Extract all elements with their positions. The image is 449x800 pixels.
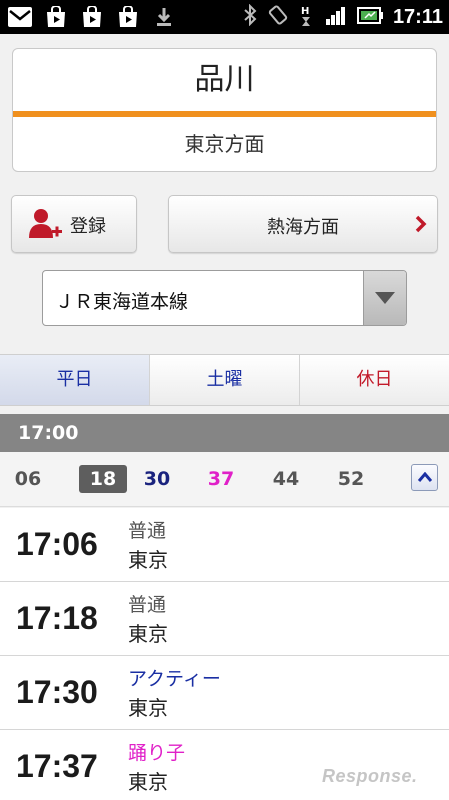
download-icon bbox=[150, 4, 178, 30]
train-type: 普通 bbox=[128, 594, 167, 616]
hsdpa-icon: H bbox=[299, 4, 315, 30]
play-store-icon bbox=[42, 4, 70, 30]
day-tabs: 平日 土曜 休日 bbox=[0, 354, 449, 406]
departure-time: 17:18 bbox=[16, 600, 98, 636]
play-store-icon bbox=[78, 4, 106, 30]
minute-37[interactable]: 37 bbox=[197, 465, 245, 493]
signal-icon bbox=[325, 4, 347, 30]
line-select-value: ＪＲ東海道本線 bbox=[55, 291, 189, 313]
train-type: アクティー bbox=[128, 668, 221, 690]
register-button[interactable]: 登録 bbox=[11, 195, 137, 253]
battery-icon bbox=[356, 4, 383, 30]
status-bar: H 17:11 bbox=[0, 0, 449, 34]
svg-text:H: H bbox=[301, 6, 309, 17]
departure-time: 17:37 bbox=[16, 748, 98, 784]
chevron-right-icon bbox=[415, 214, 427, 238]
departure-time: 17:06 bbox=[16, 526, 98, 562]
switch-direction-label: 熱海方面 bbox=[267, 217, 339, 238]
train-type: 踊り子 bbox=[128, 742, 186, 764]
bluetooth-icon bbox=[243, 3, 257, 30]
watermark: Response. bbox=[322, 766, 418, 786]
clock: 17:11 bbox=[392, 5, 443, 28]
add-user-icon bbox=[28, 208, 64, 246]
train-list: 17:06 普通 東京 17:18 普通 東京 17:30 アクティー 東京 1… bbox=[0, 508, 449, 800]
minute-52[interactable]: 52 bbox=[327, 465, 375, 493]
line-select-toggle[interactable] bbox=[363, 271, 406, 325]
minute-30[interactable]: 30 bbox=[133, 465, 181, 493]
mail-icon bbox=[6, 4, 34, 30]
train-type: 普通 bbox=[128, 520, 167, 542]
play-store-icon bbox=[114, 4, 142, 30]
switch-direction-button[interactable]: 熱海方面 bbox=[168, 195, 438, 253]
chevron-down-icon bbox=[375, 292, 395, 304]
train-row[interactable]: 17:06 普通 東京 bbox=[0, 508, 449, 582]
train-destination: 東京 bbox=[128, 622, 168, 646]
chevron-up-icon bbox=[418, 472, 432, 482]
minute-44[interactable]: 44 bbox=[262, 465, 310, 493]
tab-saturday[interactable]: 土曜 bbox=[150, 355, 300, 405]
rotate-icon bbox=[267, 4, 289, 30]
departure-time: 17:30 bbox=[16, 674, 98, 710]
train-destination: 東京 bbox=[128, 770, 168, 794]
station-card: 品川 東京方面 bbox=[12, 48, 437, 172]
train-destination: 東京 bbox=[128, 696, 168, 720]
station-direction: 東京方面 bbox=[184, 132, 265, 156]
train-row[interactable]: 17:18 普通 東京 bbox=[0, 582, 449, 656]
train-row[interactable]: 17:37 踊り子 東京 bbox=[0, 730, 449, 800]
hour-header: 17:00 bbox=[0, 414, 449, 452]
minute-06[interactable]: 06 bbox=[4, 465, 52, 493]
scroll-up-button[interactable] bbox=[411, 464, 438, 491]
minutes-row: 06 18 30 37 44 52 bbox=[0, 452, 449, 507]
train-destination: 東京 bbox=[128, 548, 168, 572]
tab-weekday[interactable]: 平日 bbox=[0, 355, 150, 405]
line-select[interactable]: ＪＲ東海道本線 bbox=[42, 270, 407, 326]
station-name: 品川 bbox=[194, 62, 255, 97]
register-label: 登録 bbox=[70, 216, 106, 237]
minute-18[interactable]: 18 bbox=[79, 465, 127, 493]
notification-icons bbox=[6, 4, 178, 30]
tab-holiday[interactable]: 休日 bbox=[300, 355, 449, 405]
system-icons: H 17:11 bbox=[243, 3, 443, 30]
train-row[interactable]: 17:30 アクティー 東京 bbox=[0, 656, 449, 730]
